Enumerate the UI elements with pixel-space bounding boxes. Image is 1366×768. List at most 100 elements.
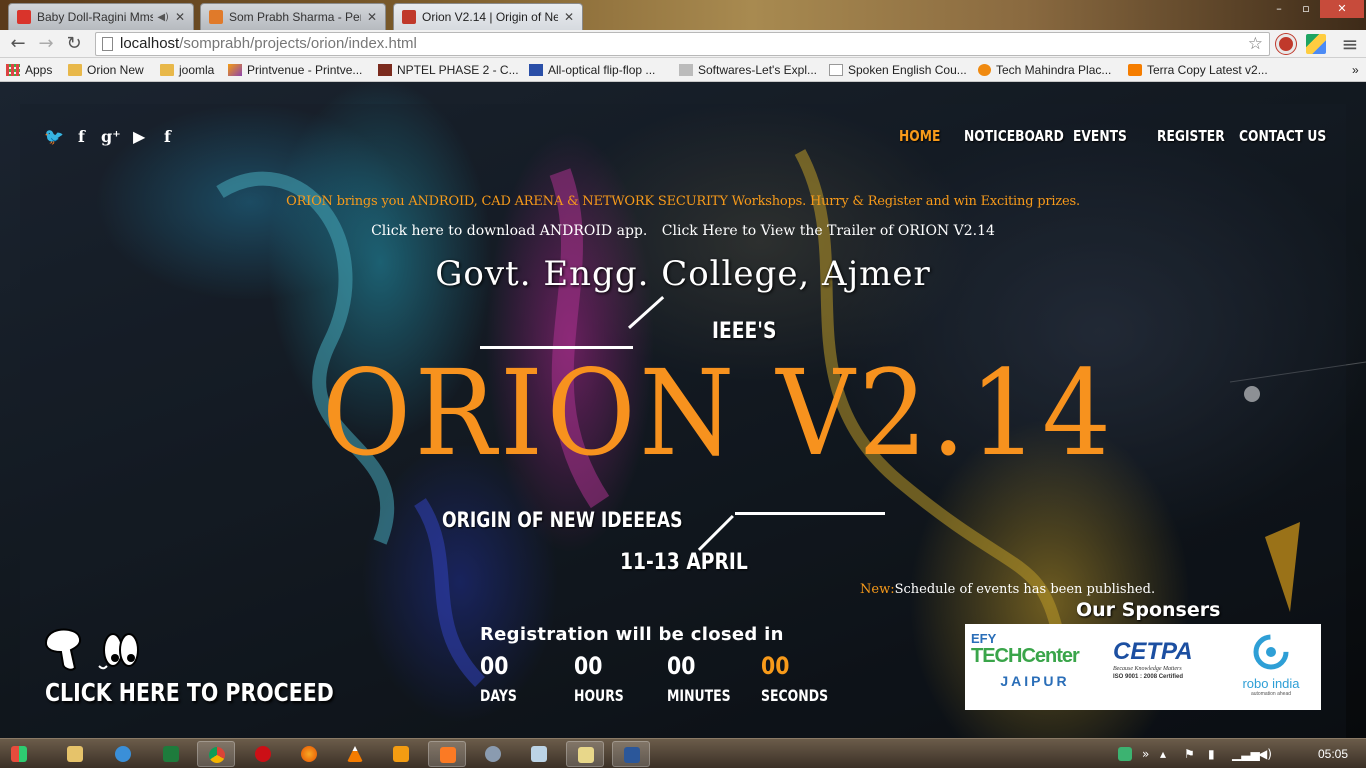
orion-favicon-icon	[402, 10, 416, 24]
facebook-icon[interactable]: f	[78, 127, 85, 146]
countdown-label: DAYS	[480, 686, 517, 705]
twitter-icon[interactable]: 🐦	[44, 127, 64, 146]
bookmark-nptel[interactable]: NPTEL PHASE 2 - C...	[378, 62, 519, 78]
nav-contact-us[interactable]: CONTACT US	[1239, 127, 1326, 145]
taskbar-chrome[interactable]	[197, 741, 235, 767]
tray-app-icon[interactable]	[1118, 747, 1132, 761]
back-button[interactable]: ←	[6, 32, 30, 56]
taskbar-notes[interactable]	[520, 741, 558, 767]
countdown-title: Registration will be closed in	[480, 624, 784, 645]
taskbar-firefox[interactable]	[290, 741, 328, 767]
nav-events[interactable]: EVENTS	[1073, 127, 1127, 145]
google-drive-icon[interactable]	[1306, 34, 1326, 54]
bookmark-all-optical[interactable]: All-optical flip-flop ...	[529, 62, 655, 78]
efy-tech-center-logo[interactable]: EFY TECHCenter JAIPUR	[971, 632, 1099, 702]
bookmark-star-icon[interactable]: ☆	[1248, 33, 1263, 55]
countdown-hours: 00 HOURS	[574, 652, 664, 705]
extension-icon[interactable]	[1276, 34, 1296, 54]
start-button[interactable]	[4, 741, 34, 767]
system-clock[interactable]: 05:05	[1318, 747, 1348, 761]
robo-india-logo[interactable]: robo india automation ahead	[1227, 632, 1315, 702]
page-icon	[529, 64, 543, 76]
volume-icon[interactable]: ◀)	[1258, 747, 1272, 761]
address-bar[interactable]: localhost/somprabh/projects/orion/index.…	[95, 32, 1270, 56]
news-ticker[interactable]: New:Schedule of events has been publishe…	[860, 582, 1155, 597]
countdown-label: SECONDS	[761, 686, 829, 705]
bookmark-joomla[interactable]: joomla	[160, 62, 214, 78]
reload-button[interactable]: ↻	[62, 32, 86, 56]
bookmarks-bar: Apps Orion New joomla Printvenue - Print…	[0, 58, 1366, 82]
xampp-favicon-icon	[209, 10, 223, 24]
cetpa-logo[interactable]: CETPA Because Knowledge Matters ISO 9001…	[1113, 632, 1213, 702]
url-host: localhost	[120, 35, 180, 52]
close-tab-icon[interactable]: ✕	[367, 10, 377, 24]
proceed-button[interactable]: CLICK HERE TO PROCEED	[45, 628, 334, 712]
taskbar-ie[interactable]	[104, 741, 142, 767]
bookmark-label: joomla	[179, 63, 215, 77]
page-icon	[679, 64, 693, 76]
countdown-days: 00 DAYS	[480, 652, 570, 705]
college-name: Govt. Engg. College, Ajmer	[435, 254, 931, 294]
xampp-icon	[440, 747, 456, 763]
menu-icon[interactable]: ≡	[1338, 32, 1362, 56]
bookmark-tech-mahindra[interactable]: Tech Mahindra Plac...	[978, 62, 1111, 78]
bookmarks-overflow-icon[interactable]: »	[1352, 62, 1359, 78]
taskbar-xampp[interactable]	[428, 741, 466, 767]
bookmark-apps[interactable]: Apps	[6, 62, 52, 78]
taskbar-paint[interactable]	[566, 741, 604, 767]
facebook-icon-2[interactable]: f	[164, 127, 171, 146]
robo-india-tagline: automation ahead	[1250, 691, 1292, 697]
close-window-button[interactable]: ✕	[1320, 0, 1364, 18]
orion-page: 🐦 f g⁺ ▶ f HOME NOTICEBOARD EVENTS REGIS…	[0, 82, 1366, 738]
workshop-announcement[interactable]: ORION brings you ANDROID, CAD ARENA & NE…	[0, 194, 1366, 209]
taskbar-network[interactable]	[474, 741, 512, 767]
minimize-button[interactable]: –	[1266, 0, 1292, 18]
android-app-link[interactable]: Click here to download ANDROID app.	[371, 223, 647, 239]
tray-arrow-icon[interactable]: ▴	[1160, 747, 1166, 761]
browser-tab-1[interactable]: Baby Doll-Ragini Mms ◀) ✕	[8, 3, 194, 30]
trailer-link[interactable]: Click Here to View the Trailer of ORION …	[662, 223, 995, 239]
taskbar-media[interactable]	[382, 741, 420, 767]
bookmark-printvenue[interactable]: Printvenue - Printve...	[228, 62, 362, 78]
battery-icon[interactable]: ▮	[1208, 747, 1215, 761]
efy-main: TECHCenter	[971, 645, 1080, 667]
close-tab-icon[interactable]: ✕	[564, 10, 574, 24]
close-tab-icon[interactable]: ✕	[175, 10, 185, 24]
taskbar-word[interactable]	[612, 741, 650, 767]
nav-register[interactable]: REGISTER	[1157, 127, 1225, 145]
cetpa-iso: ISO 9001 : 2008 Certified	[1113, 674, 1184, 680]
network-icon	[485, 746, 501, 762]
signal-icon[interactable]: ▁▃▅	[1232, 747, 1260, 761]
apps-grid-icon	[6, 64, 20, 76]
gaana-favicon-icon	[17, 10, 31, 24]
google-plus-icon[interactable]: g⁺	[101, 127, 121, 146]
youtube-icon[interactable]: ▶	[133, 127, 145, 146]
browser-tab-2[interactable]: Som Prabh Sharma - Pers ✕	[200, 3, 386, 30]
nav-home[interactable]: HOME	[899, 127, 940, 145]
bookmark-orion-new[interactable]: Orion New	[68, 62, 144, 78]
taskbar-opera[interactable]	[244, 741, 282, 767]
efy-top: EFY	[971, 631, 997, 646]
action-center-flag-icon[interactable]: ⚑	[1184, 747, 1195, 761]
bookmark-label: All-optical flip-flop ...	[548, 63, 656, 77]
taskbar-excel[interactable]	[152, 741, 190, 767]
maximize-button[interactable]: ▫	[1293, 0, 1319, 18]
media-player-icon	[393, 746, 409, 762]
tray-overflow-icon[interactable]: »	[1142, 747, 1149, 761]
browser-tab-active[interactable]: Orion V2.14 | Origin of Ne ✕	[393, 3, 583, 30]
url-path: /somprabh/projects/orion/index.html	[179, 35, 417, 52]
bookmark-terra-copy[interactable]: Terra Copy Latest v2...	[1128, 62, 1268, 78]
taskbar-vlc[interactable]	[336, 741, 374, 767]
bookmark-label: Printvenue - Printve...	[247, 63, 363, 77]
cartoon-eyes-icon	[45, 628, 139, 671]
bookmark-label: Terra Copy Latest v2...	[1147, 63, 1268, 77]
bookmark-spoken-english[interactable]: Spoken English Cou...	[829, 62, 967, 78]
forward-button[interactable]: →	[34, 32, 58, 56]
bookmark-softwares[interactable]: Softwares-Let's Expl...	[679, 62, 817, 78]
bookmark-label: Tech Mahindra Plac...	[996, 63, 1112, 77]
bookmark-label: Apps	[25, 63, 53, 77]
tab-label: Som Prabh Sharma - Pers	[229, 10, 361, 24]
nav-noticeboard[interactable]: NOTICEBOARD	[964, 127, 1064, 145]
robo-india-name: robo india	[1242, 676, 1300, 691]
taskbar-explorer[interactable]	[56, 741, 94, 767]
